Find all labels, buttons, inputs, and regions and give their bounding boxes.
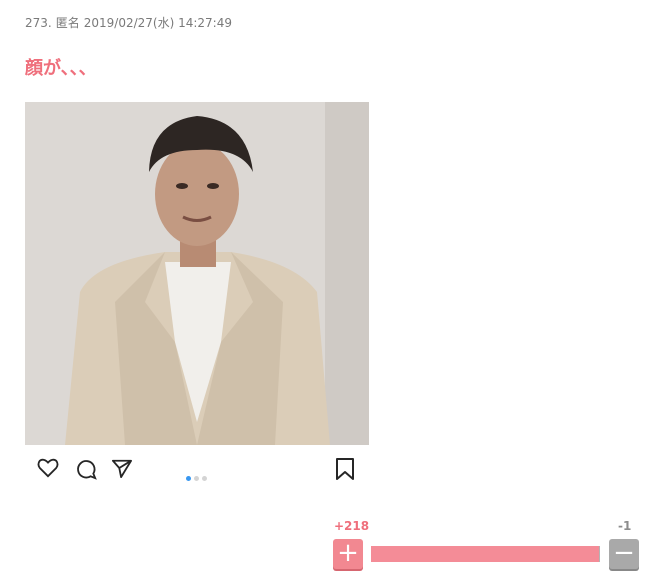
- plus-score: +218: [334, 519, 370, 533]
- minus-vote-button[interactable]: −: [609, 539, 639, 569]
- comment-text: 顔が、、、: [25, 58, 97, 79]
- post-date: 2019/02/27(水) 14:27:49: [83, 16, 232, 30]
- carousel-dot: [194, 476, 199, 481]
- comment-icon[interactable]: [75, 458, 97, 480]
- minus-score: -1: [618, 519, 632, 533]
- share-icon[interactable]: [111, 458, 133, 478]
- vote-ratio-fill: [371, 546, 599, 562]
- bookmark-icon[interactable]: [335, 458, 355, 480]
- post-author: 匿名: [55, 16, 80, 30]
- man-in-coat-photo: [25, 102, 369, 445]
- heart-icon[interactable]: [37, 458, 59, 478]
- post-image[interactable]: [25, 102, 369, 445]
- carousel-dot: [202, 476, 207, 481]
- post-meta: 273. 匿名 2019/02/27(水) 14:27:49: [25, 14, 236, 31]
- carousel-dot: [186, 476, 191, 481]
- plus-vote-button[interactable]: +: [333, 539, 363, 569]
- carousel-indicator: [186, 466, 210, 485]
- vote-ratio-bar: [371, 546, 600, 562]
- post-number: 273.: [25, 16, 52, 30]
- instagram-action-bar: [25, 445, 369, 493]
